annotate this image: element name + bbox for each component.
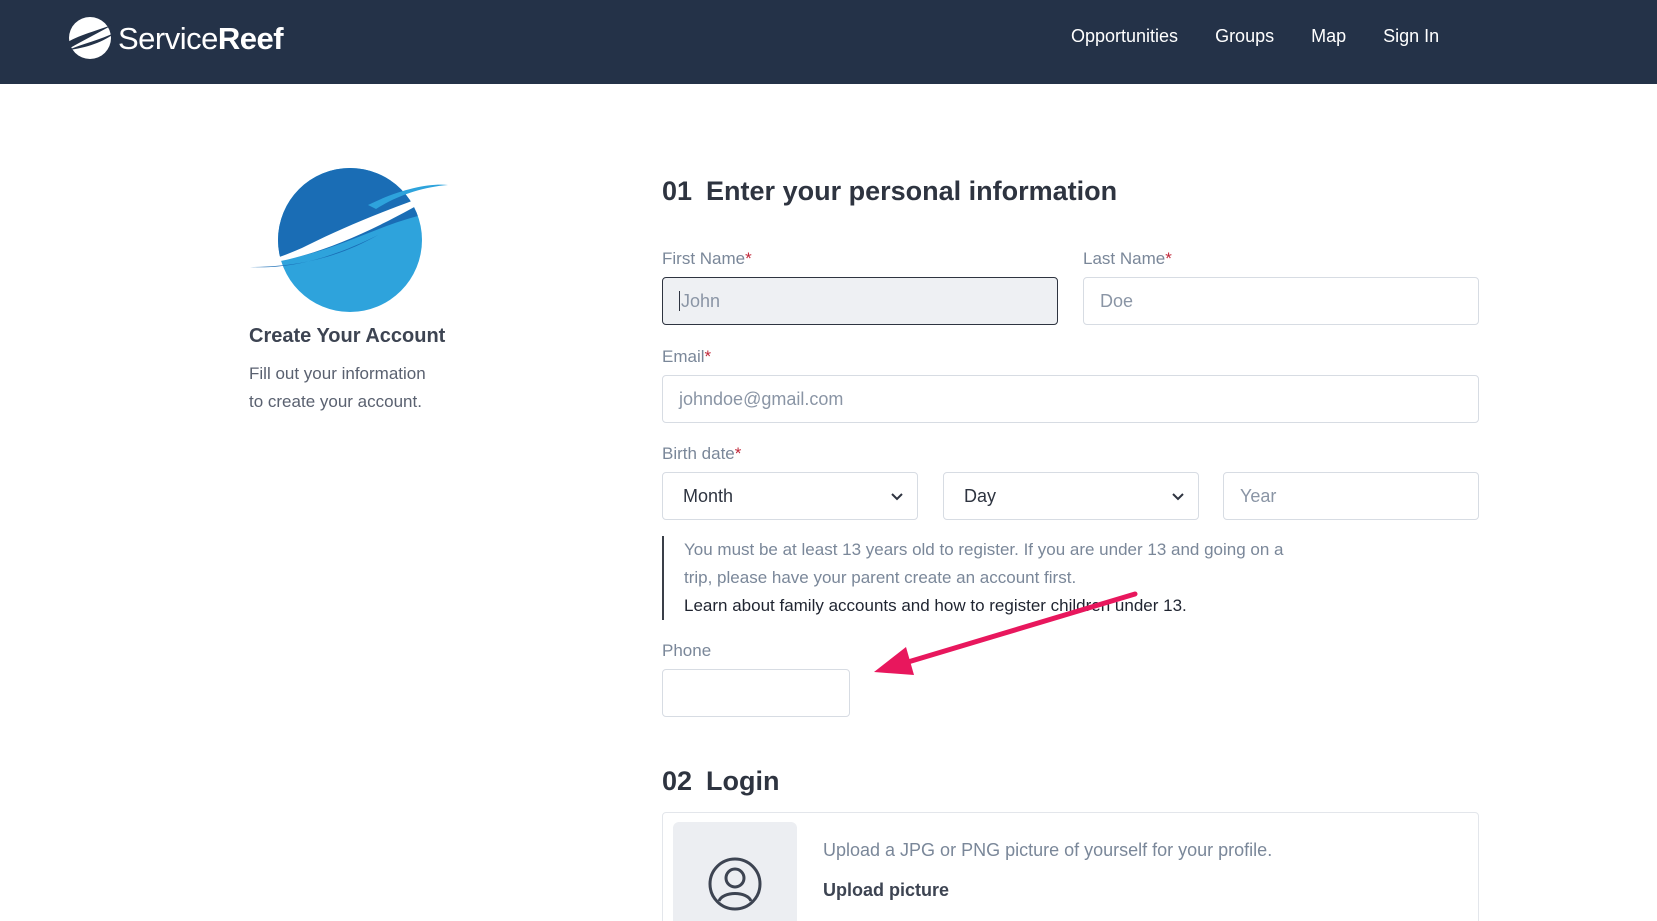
avatar-placeholder[interactable]	[673, 822, 797, 921]
user-circle-icon	[708, 857, 762, 911]
servicereef-logo-icon	[62, 17, 116, 59]
top-navbar: ServiceReef Opportunities Groups Map Sig…	[0, 0, 1657, 84]
email-input[interactable]: johndoe@gmail.com	[662, 375, 1479, 423]
upload-instructions: Upload a JPG or PNG picture of yourself …	[823, 840, 1273, 860]
brand-name: ServiceReef	[118, 20, 284, 56]
birth-date-label: Birth date*	[662, 444, 742, 463]
main-nav: Opportunities Groups Map Sign In	[1071, 26, 1476, 47]
first-name-input[interactable]: John	[662, 277, 1058, 325]
birth-day-select[interactable]: Day	[943, 472, 1199, 520]
family-accounts-link[interactable]: Learn about family accounts and how to r…	[684, 592, 1302, 620]
last-name-label: Last Name*	[1083, 249, 1172, 268]
create-account-description: Fill out your information to create your …	[249, 364, 426, 411]
email-label: Email*	[662, 347, 712, 366]
upload-picture-button[interactable]: Upload picture	[823, 880, 949, 901]
note-text-line2: trip, please have your parent create an …	[684, 568, 1077, 587]
brand-logo[interactable]: ServiceReef	[60, 14, 284, 62]
last-name-input[interactable]: Doe	[1083, 277, 1479, 325]
nav-groups[interactable]: Groups	[1215, 26, 1274, 47]
servicereef-logo-large-icon	[250, 168, 448, 312]
birth-month-select[interactable]: Month	[662, 472, 918, 520]
text-caret	[679, 291, 680, 311]
nav-opportunities[interactable]: Opportunities	[1071, 26, 1178, 47]
phone-label: Phone	[662, 641, 712, 660]
profile-picture-upload: Upload a JPG or PNG picture of yourself …	[662, 812, 1479, 921]
phone-input[interactable]	[662, 669, 850, 717]
section-login-title: 02 Login	[662, 766, 780, 796]
note-text-line1: You must be at least 13 years old to reg…	[684, 540, 1284, 559]
nav-sign-in[interactable]: Sign In	[1383, 26, 1439, 47]
chevron-down-icon	[1172, 493, 1184, 501]
create-account-title: Create Your Account	[249, 325, 446, 347]
age-requirement-note: You must be at least 13 years old to reg…	[662, 536, 1302, 620]
section-personal-info-title: 01 Enter your personal information	[662, 176, 1118, 206]
nav-map[interactable]: Map	[1311, 26, 1346, 47]
birth-year-input[interactable]: Year	[1223, 472, 1479, 520]
chevron-down-icon	[891, 493, 903, 501]
first-name-label: First Name*	[662, 249, 752, 268]
